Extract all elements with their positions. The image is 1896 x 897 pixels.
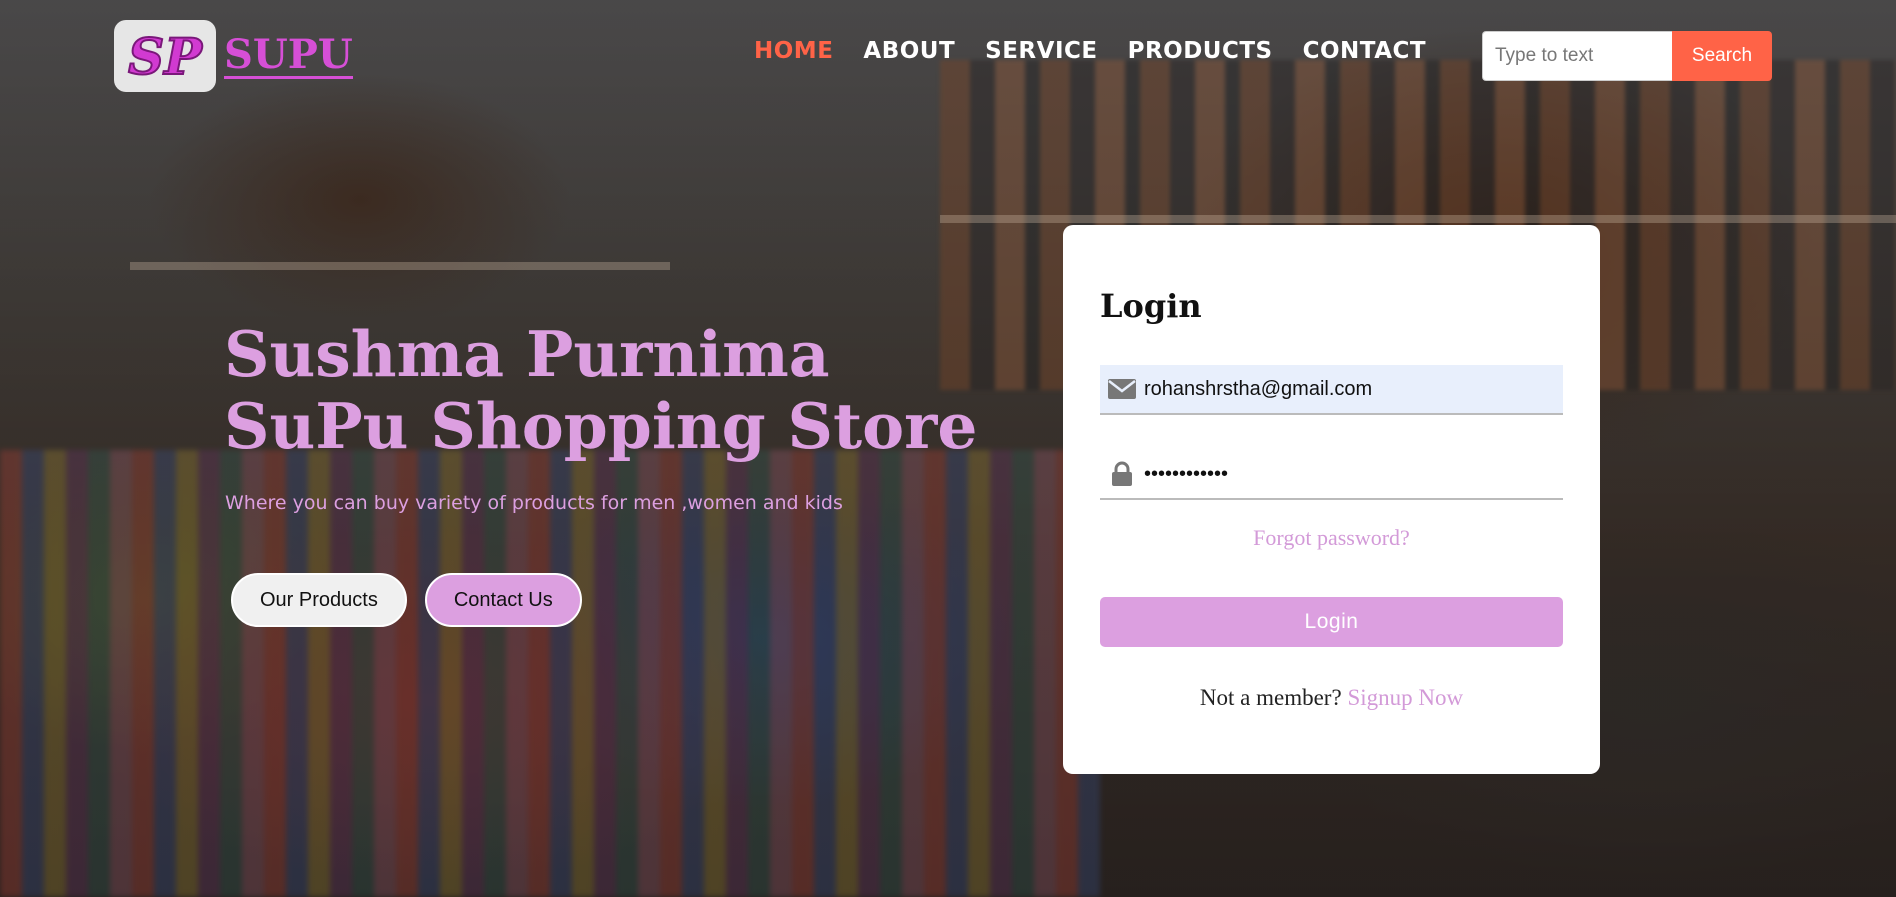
password-input[interactable]	[1144, 462, 1563, 486]
logo-name: SUPU	[224, 30, 353, 79]
background-clothes-rack	[0, 450, 1100, 897]
hero-title: Sushma Purnima SuPu Shopping Store	[224, 318, 977, 462]
logo[interactable]: SP SUPU	[114, 20, 353, 92]
envelope-icon	[1100, 378, 1144, 400]
nav-contact[interactable]: CONTACT	[1303, 38, 1426, 64]
signup-row: Not a member? Signup Now	[1063, 685, 1600, 711]
hero-title-line2: SuPu Shopping Store	[224, 389, 978, 463]
login-button[interactable]: Login	[1100, 597, 1563, 647]
hero-subtitle: Where you can buy variety of products fo…	[225, 492, 843, 514]
search-bar: Search	[1482, 31, 1772, 81]
logo-badge: SP	[114, 20, 216, 92]
nav-home[interactable]: HOME	[754, 38, 833, 64]
main-nav: HOME ABOUT SERVICE PRODUCTS CONTACT	[754, 38, 1426, 64]
login-title: Login	[1100, 287, 1202, 325]
nav-products[interactable]: PRODUCTS	[1128, 38, 1273, 64]
forgot-password-link[interactable]: Forgot password?	[1063, 525, 1600, 551]
nav-service[interactable]: SERVICE	[985, 38, 1097, 64]
not-member-text: Not a member?	[1199, 685, 1342, 710]
background-shelf	[130, 262, 670, 270]
contact-us-button[interactable]: Contact Us	[424, 573, 582, 627]
signup-link[interactable]: Signup Now	[1347, 685, 1463, 710]
search-button[interactable]: Search	[1672, 31, 1772, 81]
email-field	[1100, 365, 1563, 415]
our-products-button[interactable]: Our Products	[231, 573, 407, 627]
lock-icon	[1100, 461, 1144, 487]
login-card: Login Forgot password? Login Not a membe…	[1063, 225, 1600, 774]
background-shelf	[940, 215, 1896, 223]
hero-title-line1: Sushma Purnima	[224, 317, 830, 391]
email-input[interactable]	[1144, 377, 1563, 401]
password-field	[1100, 450, 1563, 500]
hero-buttons: Our Products Contact Us	[231, 573, 582, 627]
nav-about[interactable]: ABOUT	[863, 38, 955, 64]
search-input[interactable]	[1482, 31, 1672, 81]
